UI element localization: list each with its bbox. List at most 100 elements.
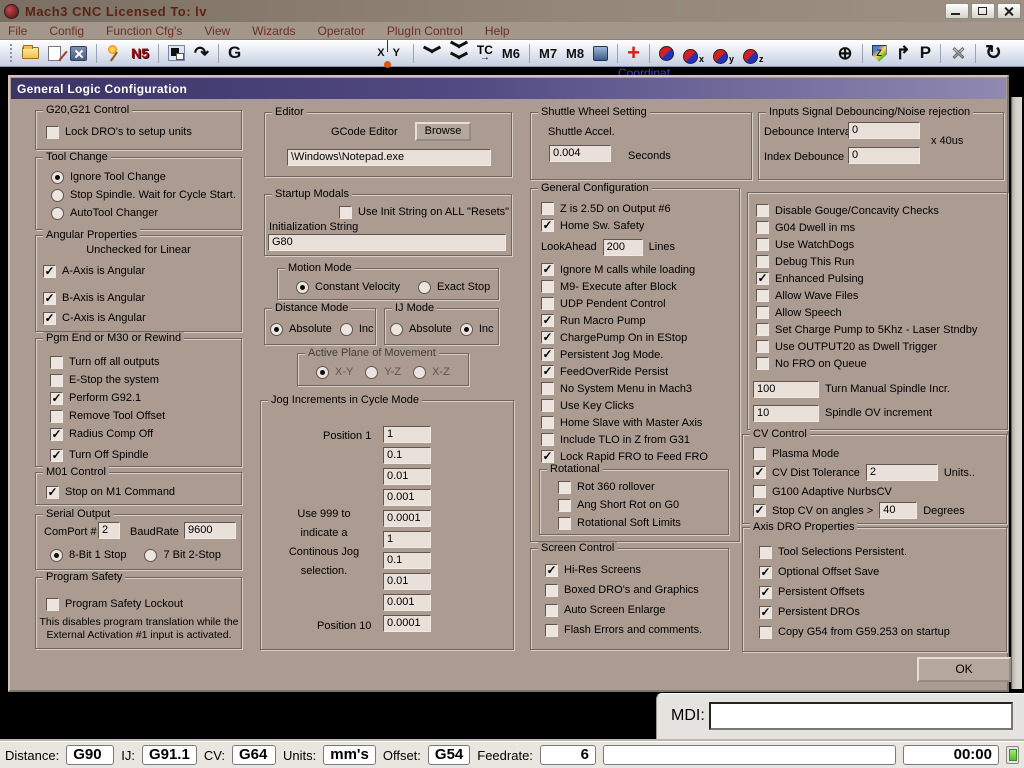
checkbox[interactable]	[541, 297, 554, 310]
radio-button[interactable]	[144, 548, 158, 562]
checkbox-g100-adaptive-nurbscv[interactable]: G100 Adaptive NurbsCV	[753, 482, 1004, 501]
checkbox[interactable]	[558, 480, 571, 494]
checkbox-stop-on-m1-command[interactable]: ✓ Stop on M1 Command	[46, 483, 239, 501]
checkbox[interactable]	[756, 204, 769, 217]
checkbox[interactable]: ✓	[759, 565, 772, 579]
safety-shield-icon[interactable]: Z	[871, 42, 887, 64]
dialog-title[interactable]: General Logic Configuration	[11, 78, 1006, 99]
browse-button[interactable]: Browse	[415, 122, 471, 141]
radio-x-y[interactable]: X-Y	[316, 364, 353, 380]
lookahead-input[interactable]: 200	[602, 238, 643, 256]
checkbox-turn-off-all-outputs[interactable]: Turn off all outputs	[50, 353, 239, 371]
checkbox-b-axis-is-angular[interactable]: ✓ B-Axis is Angular	[43, 289, 239, 307]
n5-icon[interactable]: N5	[131, 42, 149, 64]
checkbox-run-macro-pump[interactable]: ✓ Run Macro Pump	[541, 312, 737, 329]
checkbox[interactable]: ✓	[759, 605, 772, 619]
checkbox[interactable]: ✓	[50, 448, 63, 462]
menu-item[interactable]: File	[8, 24, 27, 38]
checkbox[interactable]: ✓	[541, 348, 554, 361]
checkbox[interactable]	[756, 289, 769, 302]
checkbox[interactable]	[756, 340, 769, 353]
checkbox-optional-offset-save[interactable]: ✓ Optional Offset Save	[759, 562, 1004, 582]
baudrate-input[interactable]: 9600	[184, 522, 236, 539]
radio-button[interactable]	[51, 206, 64, 220]
spindle-icon[interactable]	[593, 42, 609, 64]
radio-y-z[interactable]: Y-Z	[365, 364, 401, 380]
menu-item[interactable]: Help	[485, 24, 510, 38]
checkbox-z-is-2-5d-on-output-6[interactable]: Z is 2.5D on Output #6	[541, 200, 737, 217]
checkbox[interactable]	[558, 498, 571, 512]
menu-item[interactable]: PlugIn Control	[387, 24, 463, 38]
tools-icon[interactable]	[950, 42, 966, 64]
checkbox-m9-execute-after-block[interactable]: M9- Execute after Block	[541, 278, 737, 295]
jog-increment-input[interactable]: 1	[383, 426, 431, 443]
jog-increment-input[interactable]: 0.0001	[383, 510, 431, 527]
radio-inc[interactable]: Inc	[459, 321, 494, 337]
checkbox[interactable]	[753, 447, 766, 460]
menu-item[interactable]: Function Cfg's	[106, 24, 182, 38]
multi-step-icon[interactable]	[449, 40, 468, 64]
checkbox-radius-comp-off[interactable]: ✓ Radius Comp Off	[50, 425, 239, 443]
checkbox-disable-gouge-concavity-checks[interactable]: Disable Gouge/Concavity Checks	[756, 202, 1005, 219]
radio-button[interactable]	[418, 280, 431, 294]
radio-button[interactable]	[51, 188, 64, 202]
spindle-ov-input[interactable]: 10	[753, 404, 819, 422]
checkbox-g04-dwell-in-ms[interactable]: G04 Dwell in ms	[756, 219, 1005, 236]
radio-x-z[interactable]: X-Z	[413, 364, 450, 380]
radio-button[interactable]	[413, 365, 427, 379]
checkbox[interactable]	[756, 238, 769, 251]
value-input[interactable]: 2	[865, 464, 938, 481]
menu-item[interactable]: View	[204, 24, 230, 38]
checkbox[interactable]: ✓	[43, 311, 56, 325]
checkbox[interactable]	[759, 625, 772, 639]
checkbox-use-watchdogs[interactable]: Use WatchDogs	[756, 236, 1005, 253]
radio-8-bit-1-stop[interactable]: 8-Bit 1 Stop	[50, 547, 126, 563]
checkbox[interactable]	[756, 306, 769, 319]
m7-button[interactable]: M7	[539, 42, 557, 64]
radio-button[interactable]	[339, 322, 353, 336]
comport-input[interactable]: 2	[98, 522, 120, 539]
ref-z-icon[interactable]: z	[743, 42, 764, 64]
checkbox[interactable]	[545, 603, 558, 617]
checkbox[interactable]	[545, 583, 558, 597]
gcode-icon[interactable]: G	[228, 42, 241, 64]
radio-button[interactable]	[390, 322, 403, 336]
regen-icon[interactable]: ↻	[985, 42, 1002, 64]
p-button[interactable]: P	[920, 42, 931, 64]
display-mode-icon[interactable]	[167, 42, 185, 64]
radio-stop-spindle-wait-for-cycle-start[interactable]: Stop Spindle. Wait for Cycle Start.	[51, 186, 239, 204]
goto-zero-icon[interactable]: +	[627, 42, 640, 64]
checkbox[interactable]	[541, 382, 554, 395]
jog-increment-input[interactable]: 1	[383, 531, 431, 548]
checkbox-hi-res-screens[interactable]: ✓ Hi-Res Screens	[545, 560, 726, 580]
radio-button[interactable]	[296, 280, 309, 294]
radio-absolute[interactable]: Absolute	[270, 321, 332, 337]
tool-change-icon[interactable]: TC →	[477, 42, 493, 64]
radio-button[interactable]	[365, 365, 379, 379]
checkbox[interactable]	[541, 202, 554, 215]
radio-ignore-tool-change[interactable]: Ignore Tool Change	[51, 168, 239, 186]
checkbox-udp-pendent-control[interactable]: UDP Pendent Control	[541, 295, 737, 312]
checkbox-use-init-string-on-all-resets[interactable]: Use Init String on ALL "Resets"	[339, 203, 509, 221]
menu-item[interactable]: Operator	[318, 24, 365, 38]
checkbox[interactable]: ✓	[43, 291, 56, 305]
checkbox-no-fro-on-queue[interactable]: No FRO on Queue	[756, 355, 1005, 372]
checkbox-plasma-mode[interactable]: Plasma Mode	[753, 444, 1004, 463]
checkbox-debug-this-run[interactable]: Debug This Run	[756, 253, 1005, 270]
init-string-input[interactable]: G80	[268, 234, 506, 251]
checkbox[interactable]	[541, 416, 554, 429]
undo-icon[interactable]: ↷	[194, 42, 209, 64]
radio-button[interactable]	[51, 170, 64, 184]
checkbox[interactable]: ✓	[541, 263, 554, 276]
radio-inc[interactable]: Inc	[339, 321, 374, 337]
checkbox[interactable]	[46, 125, 59, 139]
radio-absolute[interactable]: Absolute	[390, 321, 452, 337]
checkbox-persistent-jog-mode[interactable]: ✓ Persistent Jog Mode.	[541, 346, 737, 363]
checkbox[interactable]: ✓	[50, 391, 63, 405]
edit-gcode-icon[interactable]	[48, 42, 68, 64]
checkbox-remove-tool-offset[interactable]: Remove Tool Offset	[50, 407, 239, 425]
xy-plumb-icon[interactable]: XY	[377, 40, 404, 68]
jog-increment-input[interactable]: 0.1	[383, 552, 431, 569]
close-button[interactable]	[997, 3, 1021, 19]
checkbox[interactable]: ✓	[545, 563, 558, 577]
